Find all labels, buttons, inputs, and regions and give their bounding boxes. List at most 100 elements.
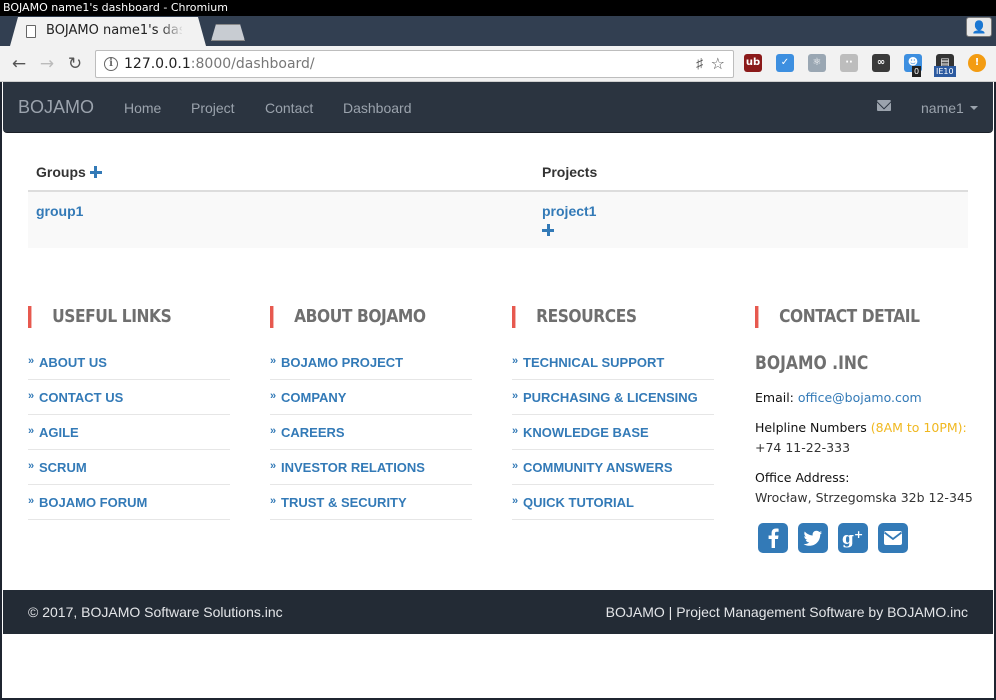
- chevron-double-right-icon: »: [270, 355, 276, 367]
- footer-bar: © 2017, BOJAMO Software Solutions.inc BO…: [3, 590, 993, 634]
- chevron-double-right-icon: »: [512, 460, 518, 472]
- footer-link[interactable]: » QUICK TUTORIAL: [512, 485, 714, 520]
- google-plus-icon[interactable]: g +: [838, 523, 868, 553]
- key-icon[interactable]: ♯: [696, 55, 703, 71]
- footer-link-label[interactable]: BOJAMO PROJECT: [281, 355, 403, 370]
- footer-link[interactable]: » PURCHASING & LICENSING: [512, 380, 714, 415]
- tagline-text: BOJAMO | Project Management Software by …: [605, 604, 968, 620]
- footer-link[interactable]: » SCRUM: [28, 450, 230, 485]
- footer-link[interactable]: » TECHNICAL SUPPORT: [512, 345, 714, 380]
- about-links-list: » BOJAMO PROJECT » COMPANY » CAREERS » INVESTOR…: [270, 345, 472, 520]
- footer-link-label[interactable]: SCRUM: [39, 460, 87, 475]
- footer-link-label[interactable]: ABOUT US: [39, 355, 107, 370]
- chevron-double-right-icon: »: [28, 425, 34, 437]
- contact-column: CONTACT DETAIL BOJAMO .INC Email: office…: [755, 306, 973, 553]
- nav-contact[interactable]: Contact: [265, 100, 313, 116]
- email-link[interactable]: office@bojamo.com: [798, 390, 922, 405]
- user-menu[interactable]: name1: [921, 100, 978, 116]
- nav-home[interactable]: Home: [124, 100, 161, 116]
- footer-link[interactable]: » COMMUNITY ANSWERS: [512, 450, 714, 485]
- contact-heading: CONTACT DETAIL: [755, 306, 940, 328]
- group-link[interactable]: group1: [36, 203, 83, 219]
- email-icon[interactable]: [878, 523, 908, 553]
- chevron-double-right-icon: »: [28, 495, 34, 507]
- chevron-double-right-icon: »: [270, 425, 276, 437]
- address-bar[interactable]: i 127.0.0.1:8000/dashboard/ ♯ ☆: [95, 50, 734, 78]
- dashboard-table: Groups Projects group1 project1: [28, 154, 968, 248]
- footer-link[interactable]: » ABOUT US: [28, 345, 230, 380]
- footer-link[interactable]: » KNOWLEDGE BASE: [512, 415, 714, 450]
- ublock-icon[interactable]: ub: [744, 54, 762, 72]
- extension-link-icon[interactable]: ∞: [872, 54, 890, 72]
- mail-icon[interactable]: [877, 100, 891, 111]
- email-line: Email: office@bojamo.com: [755, 390, 922, 405]
- footer-link[interactable]: » BOJAMO FORUM: [28, 485, 230, 520]
- footer-link[interactable]: » TRUST & SECURITY: [270, 485, 472, 520]
- add-group-icon[interactable]: [89, 166, 102, 178]
- reload-icon[interactable]: ↻: [63, 52, 87, 76]
- helpline-line: Helpline Numbers (8AM to 10PM):: [755, 420, 967, 435]
- nav-dashboard[interactable]: Dashboard: [343, 100, 412, 116]
- back-icon[interactable]: ←: [7, 52, 31, 76]
- footer-link-label[interactable]: KNOWLEDGE BASE: [523, 425, 649, 440]
- extension-badge: 0: [912, 66, 922, 77]
- useful-links-list: » ABOUT US » CONTACT US » AGILE » SCRUM » BOJAMO …: [28, 345, 230, 520]
- brand-logo[interactable]: BOJAMO: [18, 97, 94, 118]
- tab-strip: BOJAMO name1's dashboard 👤: [0, 16, 996, 46]
- extension-blue-icon[interactable]: ✓: [776, 54, 794, 72]
- chevron-double-right-icon: »: [28, 355, 34, 367]
- footer-link-label[interactable]: COMPANY: [281, 390, 346, 405]
- about-heading: ABOUT BOJAMO: [270, 306, 444, 328]
- resources-column: RESOURCES » TECHNICAL SUPPORT » PURCHASING …: [512, 306, 714, 520]
- alert-extension-icon[interactable]: !: [968, 54, 986, 72]
- page-icon: [26, 25, 36, 38]
- url-text: 127.0.0.1:8000/dashboard/: [124, 56, 315, 72]
- chevron-double-right-icon: »: [512, 495, 518, 507]
- groups-header: Groups: [36, 164, 102, 180]
- svg-text:g: g: [842, 529, 854, 549]
- new-tab-button[interactable]: [211, 24, 245, 41]
- chevron-double-right-icon: »: [28, 390, 34, 402]
- site-navbar: BOJAMO Home Project Contact Dashboard na…: [3, 82, 993, 133]
- chevron-double-right-icon: »: [512, 355, 518, 367]
- footer-link-label[interactable]: COMMUNITY ANSWERS: [523, 460, 673, 475]
- footer-link-label[interactable]: BOJAMO FORUM: [39, 495, 147, 510]
- browser-tab[interactable]: BOJAMO name1's dashboard: [10, 17, 206, 46]
- profile-icon[interactable]: 👤: [966, 17, 992, 37]
- address-text: Wrocław, Strzegomska 32b 12-345: [755, 490, 973, 505]
- address-label: Office Address:: [755, 470, 850, 485]
- facebook-icon[interactable]: [758, 523, 788, 553]
- info-icon[interactable]: i: [104, 57, 118, 71]
- table-row: group1 project1: [28, 192, 968, 248]
- extension-dots-icon[interactable]: ··: [840, 54, 858, 72]
- twitter-icon[interactable]: [798, 523, 828, 553]
- nav-project[interactable]: Project: [191, 100, 235, 116]
- resources-links-list: » TECHNICAL SUPPORT » PURCHASING & LICENSIN…: [512, 345, 714, 520]
- footer-link-label[interactable]: QUICK TUTORIAL: [523, 495, 634, 510]
- about-column: ABOUT BOJAMO » BOJAMO PROJECT » COMPANY » CAR…: [270, 306, 472, 520]
- react-devtools-icon[interactable]: ⚛: [808, 54, 826, 72]
- footer-link[interactable]: » COMPANY: [270, 380, 472, 415]
- bookmark-star-icon[interactable]: ☆: [711, 54, 725, 73]
- company-name: BOJAMO .INC: [755, 352, 869, 374]
- forward-icon[interactable]: →: [35, 52, 59, 76]
- footer-link[interactable]: » BOJAMO PROJECT: [270, 345, 472, 380]
- footer-link[interactable]: » CONTACT US: [28, 380, 230, 415]
- browser-toolbar: ← → ↻ i 127.0.0.1:8000/dashboard/ ♯ ☆ ub…: [0, 46, 996, 82]
- footer-link[interactable]: » CAREERS: [270, 415, 472, 450]
- footer-link-label[interactable]: AGILE: [39, 425, 79, 440]
- footer-link-label[interactable]: CONTACT US: [39, 390, 123, 405]
- svg-text:+: +: [854, 528, 863, 541]
- footer-link[interactable]: » AGILE: [28, 415, 230, 450]
- footer-link-label[interactable]: CAREERS: [281, 425, 345, 440]
- footer-link-label[interactable]: INVESTOR RELATIONS: [281, 460, 425, 475]
- footer-link[interactable]: » INVESTOR RELATIONS: [270, 450, 472, 485]
- projects-header: Projects: [542, 164, 598, 180]
- project-link[interactable]: project1: [542, 203, 596, 219]
- add-project-icon[interactable]: [542, 224, 554, 236]
- footer-link-label[interactable]: TRUST & SECURITY: [281, 495, 407, 510]
- footer-link-label[interactable]: PURCHASING & LICENSING: [523, 390, 698, 405]
- phone-number: +74 11-22-333: [755, 440, 851, 455]
- chevron-double-right-icon: »: [270, 390, 276, 402]
- footer-link-label[interactable]: TECHNICAL SUPPORT: [523, 355, 664, 370]
